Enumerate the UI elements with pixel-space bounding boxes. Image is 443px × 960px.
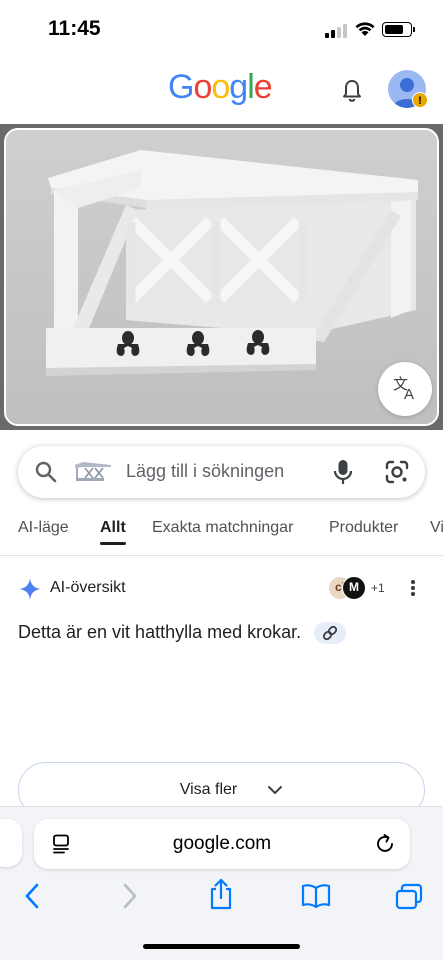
ai-sources[interactable]: cl M — [328, 576, 368, 602]
status-bar: 11:45 — [0, 0, 443, 58]
source-link-button[interactable] — [314, 622, 346, 644]
translate-icon: 文 A — [393, 375, 414, 403]
active-tab-indicator — [100, 542, 126, 545]
tab-all[interactable]: Allt — [100, 519, 126, 537]
logo-letter: o — [211, 68, 230, 106]
url-text: google.com — [172, 833, 272, 854]
battery-icon — [382, 22, 415, 37]
forward-icon[interactable] — [118, 881, 140, 911]
mic-icon[interactable] — [332, 458, 354, 486]
tab-exact-matches[interactable]: Exakta matchningar — [152, 519, 293, 537]
sparkle-icon — [19, 578, 41, 600]
wifi-icon — [355, 22, 375, 36]
bookmarks-icon[interactable] — [300, 883, 332, 909]
logo-letter: o — [193, 68, 212, 106]
tab-more[interactable]: Vi — [430, 519, 443, 537]
account-warning-badge: ! — [412, 92, 428, 108]
search-icon — [35, 461, 57, 483]
tab-products[interactable]: Produkter — [329, 519, 398, 537]
logo-letter: e — [253, 68, 273, 106]
back-icon[interactable] — [22, 881, 44, 911]
translate-button[interactable]: 文 A — [378, 362, 432, 416]
search-input[interactable]: Lägg till i sökningen — [126, 461, 284, 482]
google-logo[interactable]: Google — [168, 68, 273, 107]
svg-text:A: A — [404, 386, 414, 403]
hat-shelf-image — [6, 130, 437, 424]
image-thumbnail[interactable] — [73, 459, 113, 485]
google-header: Google ! — [0, 62, 443, 122]
status-time: 11:45 — [48, 17, 101, 40]
reload-icon[interactable] — [374, 833, 396, 855]
home-indicator[interactable] — [143, 944, 300, 949]
search-tabs: AI-läge Allt Exakta matchningar Produkte… — [0, 516, 443, 556]
logo-letter: G — [168, 68, 194, 106]
source-count[interactable]: +1 — [371, 581, 385, 595]
share-icon[interactable] — [207, 877, 235, 911]
logo-letter: g — [229, 68, 248, 106]
ai-overview-text: Detta är en vit hatthylla med krokar. — [18, 622, 302, 642]
search-image-frame — [0, 124, 443, 430]
browser-toolbar: google.com — [0, 806, 443, 960]
ai-overview-title: AI-översikt — [50, 579, 126, 596]
search-bar[interactable]: Lägg till i sökningen — [18, 446, 425, 498]
tabs-icon[interactable] — [394, 883, 424, 911]
lens-icon[interactable] — [384, 459, 410, 485]
previous-tab-preview[interactable] — [0, 819, 22, 867]
ai-overview-header: AI-översikt cl M +1 — [0, 575, 443, 605]
chevron-down-icon — [268, 786, 282, 794]
address-bar[interactable]: google.com — [34, 819, 410, 869]
search-image[interactable] — [4, 128, 439, 426]
cellular-signal-icon — [325, 24, 347, 38]
bell-icon[interactable] — [340, 78, 364, 104]
more-options-icon[interactable] — [410, 580, 416, 598]
tab-ai-mode[interactable]: AI-läge — [18, 519, 69, 537]
source-avatar: M — [342, 576, 366, 600]
link-icon — [322, 625, 338, 641]
show-more-label: Visa fler — [179, 781, 238, 798]
